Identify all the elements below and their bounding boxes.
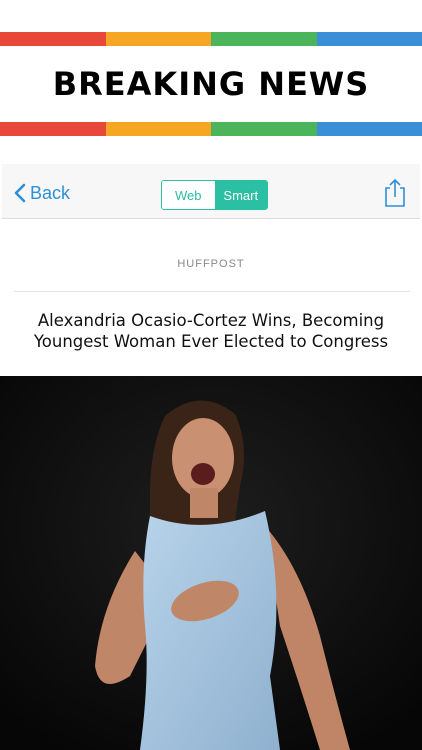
view-mode-segmented-control[interactable]: Web Smart xyxy=(161,180,268,210)
stripe-segment-red xyxy=(0,122,106,136)
stripe-segment-orange xyxy=(105,122,211,136)
article-hero-image xyxy=(0,376,422,750)
share-button[interactable] xyxy=(384,178,406,208)
back-label: Back xyxy=(30,182,71,203)
article-source: HUFFPOST xyxy=(177,258,245,270)
stripe-segment-blue xyxy=(316,122,422,136)
web-segment[interactable]: Web xyxy=(162,181,215,209)
article-title: Alexandria Ocasio-Cortez Wins, Becoming … xyxy=(33,311,389,351)
color-stripe-top xyxy=(0,32,422,46)
divider xyxy=(14,291,410,292)
stripe-segment-orange xyxy=(105,32,211,46)
back-button[interactable]: Back xyxy=(14,182,70,204)
stripe-segment-red xyxy=(0,32,106,46)
browser-toolbar: Back Web Smart xyxy=(2,164,420,219)
share-icon xyxy=(385,178,405,207)
stripe-segment-blue xyxy=(316,32,422,46)
stripe-segment-green xyxy=(211,32,317,46)
chevron-left-icon xyxy=(14,183,26,203)
smart-segment[interactable]: Smart xyxy=(214,181,267,209)
color-stripe-bottom xyxy=(0,122,422,136)
stripe-segment-green xyxy=(211,122,317,136)
breaking-news-title: BREAKING NEWS xyxy=(52,65,370,103)
